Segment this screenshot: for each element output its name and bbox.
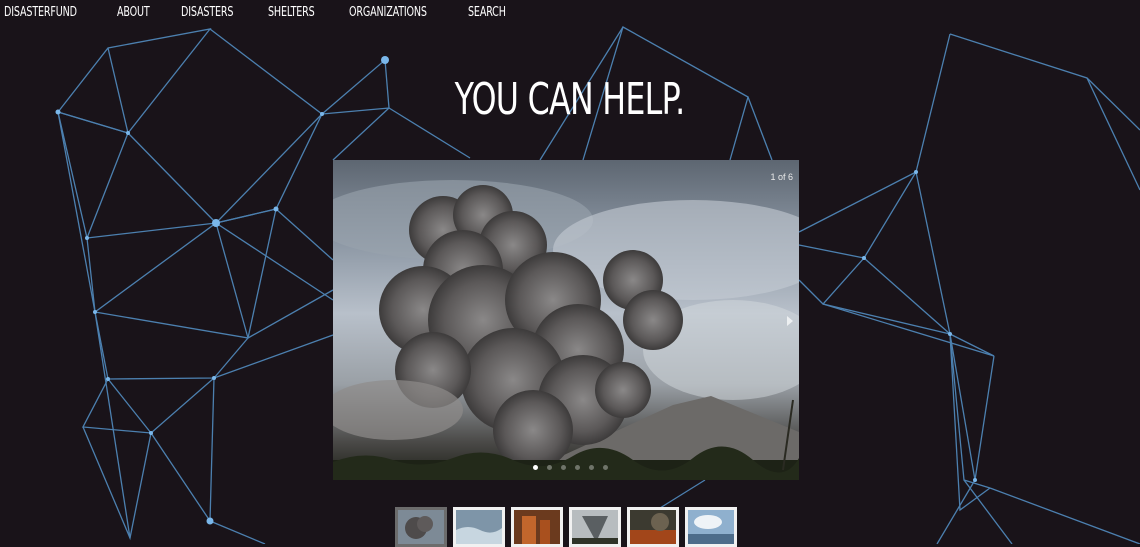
slide-counter: 1 of 6: [770, 172, 793, 182]
nav-link-disasters[interactable]: DISASTERS: [181, 5, 234, 20]
thumbnail-volcano[interactable]: [395, 507, 447, 547]
slide-dot-1[interactable]: [533, 465, 538, 470]
nav-link-search[interactable]: SEARCH: [468, 5, 506, 20]
hero-title: YOU CAN HELP.: [455, 74, 685, 125]
nav-link-organizations[interactable]: ORGANIZATIONS: [349, 5, 427, 20]
thumbnail-fire[interactable]: [511, 507, 563, 547]
slide-dot-5[interactable]: [589, 465, 594, 470]
thumbnail-tornado[interactable]: [569, 507, 621, 547]
slide-dot-3[interactable]: [561, 465, 566, 470]
slide-dot-6[interactable]: [603, 465, 608, 470]
thumbnail-wildfire[interactable]: [627, 507, 679, 547]
slide-image-volcano: [333, 180, 799, 480]
slide-dot-2[interactable]: [547, 465, 552, 470]
nav-link-shelters[interactable]: SHELTERS: [268, 5, 315, 20]
image-slider[interactable]: 1 of 6: [333, 160, 799, 480]
slide-dot-4[interactable]: [575, 465, 580, 470]
next-slide-arrow-icon[interactable]: [787, 316, 793, 326]
thumbnail-storm[interactable]: [685, 507, 737, 547]
nav-link-home[interactable]: DISASTERFUND: [4, 5, 77, 20]
slide-dots: [533, 465, 608, 470]
top-nav: DISASTERFUND ABOUT DISASTERS SHELTERS OR…: [4, 5, 538, 20]
thumbnail-strip: [395, 507, 737, 547]
thumbnail-flood[interactable]: [453, 507, 505, 547]
nav-link-about[interactable]: ABOUT: [117, 5, 150, 20]
